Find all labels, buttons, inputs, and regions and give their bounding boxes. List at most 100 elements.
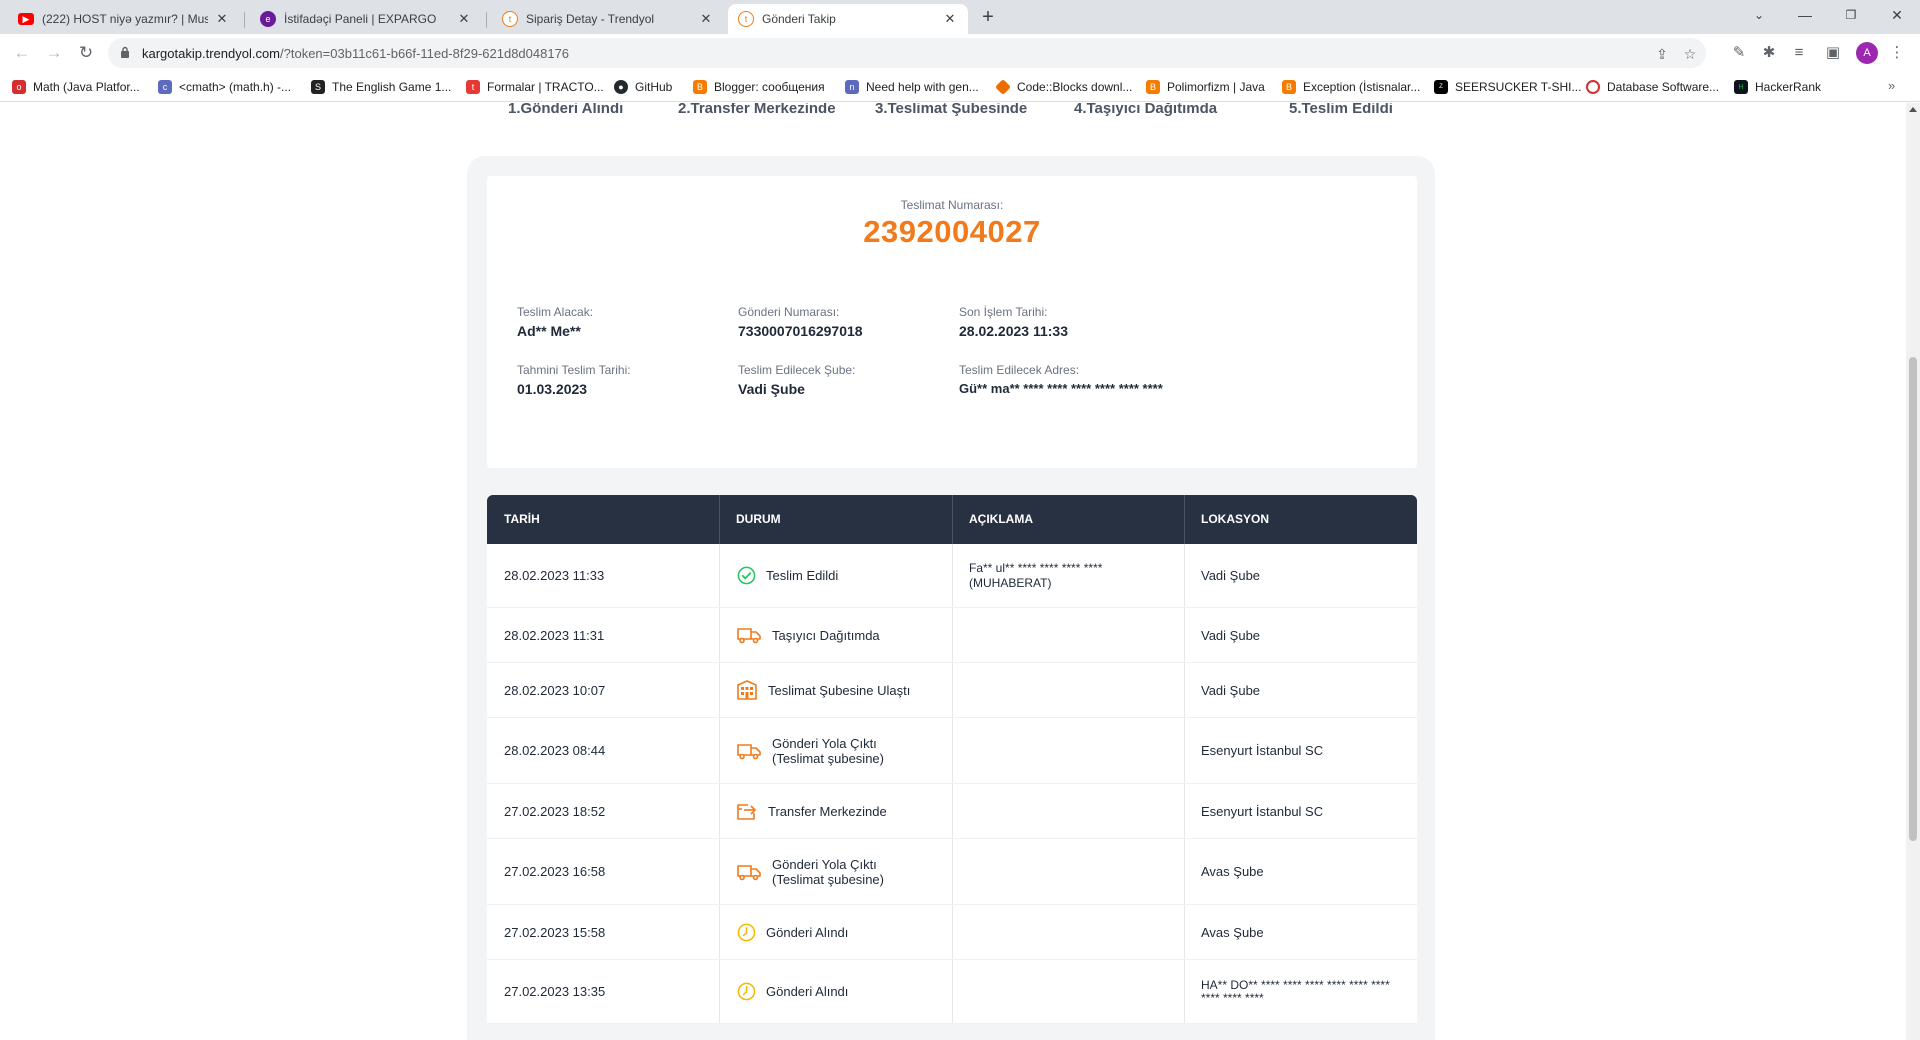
tab-title: Sipariş Detay - Trendyol [526, 12, 655, 26]
bookmark-item[interactable]: Code::Blocks downl... [995, 78, 1132, 96]
location-cell: Esenyurt İstanbul SC [1201, 803, 1324, 819]
url-host: kargotakip.trendyol.com [142, 46, 281, 61]
close-tab-icon[interactable]: ✕ [698, 11, 714, 27]
table-row: 27.02.2023 18:52 Transfer Merkezinde Ese… [487, 784, 1417, 839]
bookmark-item[interactable]: S The English Game 1... [311, 78, 451, 96]
bookmark-item[interactable]: t Formalar | TRACTO... [466, 78, 604, 96]
tab-title: (222) HOST niyə yazmır? | Musiqi [42, 12, 208, 26]
tab-separator [486, 12, 487, 28]
page-scrollbar[interactable] [1906, 103, 1920, 1040]
minimize-button[interactable]: — [1782, 0, 1828, 30]
browser-tab[interactable]: e İstifadəçi Paneli | EXPARGO ✕ [250, 4, 482, 34]
bookmark-item[interactable]: Database Software... [1586, 78, 1719, 96]
browser-tab-active[interactable]: t Gönderi Takip ✕ [728, 4, 968, 34]
s-logo-icon: S [311, 80, 325, 94]
bookmark-label: SEERSUCKER T-SHI... [1455, 80, 1582, 94]
status-text: Teslim Edildi [766, 568, 839, 583]
address-bar[interactable]: kargotakip.trendyol.com/?token=03b11c61-… [108, 38, 1706, 68]
status-cell: Gönderi Yola Çıktı (Teslimat şubesine) [719, 839, 922, 904]
description-cell [952, 960, 969, 1023]
bookmark-label: Blogger: сообщения [714, 80, 825, 94]
building-icon [736, 680, 758, 700]
url-text: kargotakip.trendyol.com/?token=03b11c61-… [142, 46, 569, 61]
field-value: Vadi Şube [738, 381, 805, 397]
bookmark-item[interactable]: ● GitHub [614, 78, 672, 96]
recipient-field: Teslim Alacak: Ad** Me** [517, 305, 717, 338]
bookmark-item[interactable]: n Need help with gen... [845, 78, 979, 96]
reading-list-icon[interactable]: ≡ [1788, 42, 1810, 64]
tab-search-icon[interactable]: ⌄ [1736, 0, 1782, 30]
field-label: Gönderi Numarası: [738, 305, 840, 319]
close-tab-icon[interactable]: ✕ [214, 11, 230, 27]
bookmark-item[interactable]: B Blogger: сообщения [693, 78, 825, 96]
table-row: 27.02.2023 15:58 Gönderi Alındı Avas Şub… [487, 905, 1417, 960]
bookmark-label: Polimorfizm | Java [1167, 80, 1265, 94]
extensions-icon[interactable]: ✱ [1758, 42, 1780, 64]
table-row: 27.02.2023 16:58 Gönderi Yola Çıktı (Tes… [487, 839, 1417, 905]
bookmark-label: Exception (İstisnalar... [1303, 80, 1421, 94]
close-tab-icon[interactable]: ✕ [942, 11, 958, 27]
description-text: Fa** ul** **** **** **** **** (MUHABERAT… [969, 560, 1103, 590]
browser-tab[interactable]: t Sipariş Detay - Trendyol ✕ [492, 4, 724, 34]
bookmark-item[interactable]: c <cmath> (math.h) -... [158, 78, 291, 96]
bookmark-item[interactable]: B Exception (İstisnalar... [1282, 78, 1420, 96]
expargo-icon: e [260, 11, 276, 27]
bookmark-star-icon[interactable]: ☆ [1680, 44, 1700, 64]
location-cell: HA** DO** **** **** **** **** **** **** … [1184, 960, 1401, 1023]
tab-title: Gönderi Takip [762, 12, 836, 26]
description-cell [952, 663, 969, 717]
back-button[interactable]: ← [10, 41, 34, 65]
bookmark-item[interactable]: Z SEERSUCKER T-SHI... [1434, 78, 1581, 96]
bookmark-item[interactable]: H HackerRank [1734, 78, 1821, 96]
scrollbar-thumb[interactable] [1909, 357, 1917, 841]
tab-title: İstifadəçi Paneli | EXPARGO [284, 12, 437, 26]
check-circle-icon [736, 566, 756, 586]
delivery-branch-field: Teslim Edilecek Şube: Vadi Şube [738, 363, 938, 396]
menu-icon[interactable]: ⋮ [1886, 42, 1908, 64]
shipment-number-field: Gönderi Numarası: 7330007016297018 [738, 305, 938, 338]
status-text: Gönderi Alındı [766, 924, 849, 940]
delivery-number-label: Teslimat Numarası: [900, 198, 1004, 212]
eyedropper-icon[interactable]: ✎ [1728, 42, 1750, 64]
status-text: Teslimat Şubesine Ulaştı [768, 682, 911, 698]
field-value: Ad** Me** [517, 323, 581, 339]
blogger-icon: B [1146, 80, 1160, 94]
more-bookmarks-icon[interactable]: » [1888, 78, 1895, 93]
description-cell [952, 608, 969, 662]
status-cell: Transfer Merkezinde [719, 784, 887, 838]
share-icon[interactable]: ⇪ [1652, 44, 1672, 64]
trendyol-icon: t [738, 11, 754, 27]
field-label: Teslim Alacak: [517, 305, 594, 319]
table-row: 28.02.2023 11:33 Teslim Edildi Fa** ul**… [487, 544, 1417, 608]
browser-tab[interactable]: ▶ (222) HOST niyə yazmır? | Musiqi ✕ [8, 4, 240, 34]
status-text: Taşıyıcı Dağıtımda [772, 627, 880, 643]
close-tab-icon[interactable]: ✕ [456, 11, 472, 27]
forum-icon: n [845, 80, 859, 94]
lock-icon [121, 46, 129, 58]
column-header-status: DURUM [736, 512, 781, 526]
tab-separator [244, 12, 245, 28]
url-path: /?token=03b11c61-b66f-11ed-8f29-621d8d04… [280, 46, 570, 61]
zara-icon: Z [1434, 80, 1448, 94]
date-cell: 27.02.2023 16:58 [504, 864, 606, 879]
truck-icon [736, 862, 762, 882]
location-cell: Vadi Şube [1201, 568, 1261, 583]
side-panel-icon[interactable]: ▣ [1822, 42, 1844, 64]
profile-avatar[interactable]: A [1856, 42, 1878, 64]
close-window-button[interactable]: ✕ [1874, 0, 1920, 30]
forward-button[interactable]: → [42, 41, 66, 65]
last-operation-date-field: Son İşlem Tarihi: 28.02.2023 11:33 [959, 305, 1159, 338]
column-header-date: TARİH [504, 512, 540, 526]
bookmark-item[interactable]: B Polimorfizm | Java [1146, 78, 1265, 96]
browser-tab-bar: ▶ (222) HOST niyə yazmır? | Musiqi ✕ e İ… [0, 0, 1920, 34]
restore-button[interactable]: ❐ [1828, 0, 1874, 30]
field-label: Teslim Edilecek Şube: [738, 363, 856, 377]
location-cell: Avas Şube [1201, 924, 1264, 940]
cplusplus-icon: c [158, 80, 172, 94]
reload-button[interactable]: ↻ [74, 41, 98, 65]
bookmark-item[interactable]: o Math (Java Platfor... [12, 78, 140, 96]
date-cell: 28.02.2023 11:31 [504, 627, 605, 643]
table-row: 28.02.2023 08:44 Gönderi Yola Çıktı (Tes… [487, 718, 1417, 784]
scroll-up-arrow-icon[interactable] [1909, 107, 1917, 112]
new-tab-button[interactable]: + [976, 6, 1000, 30]
